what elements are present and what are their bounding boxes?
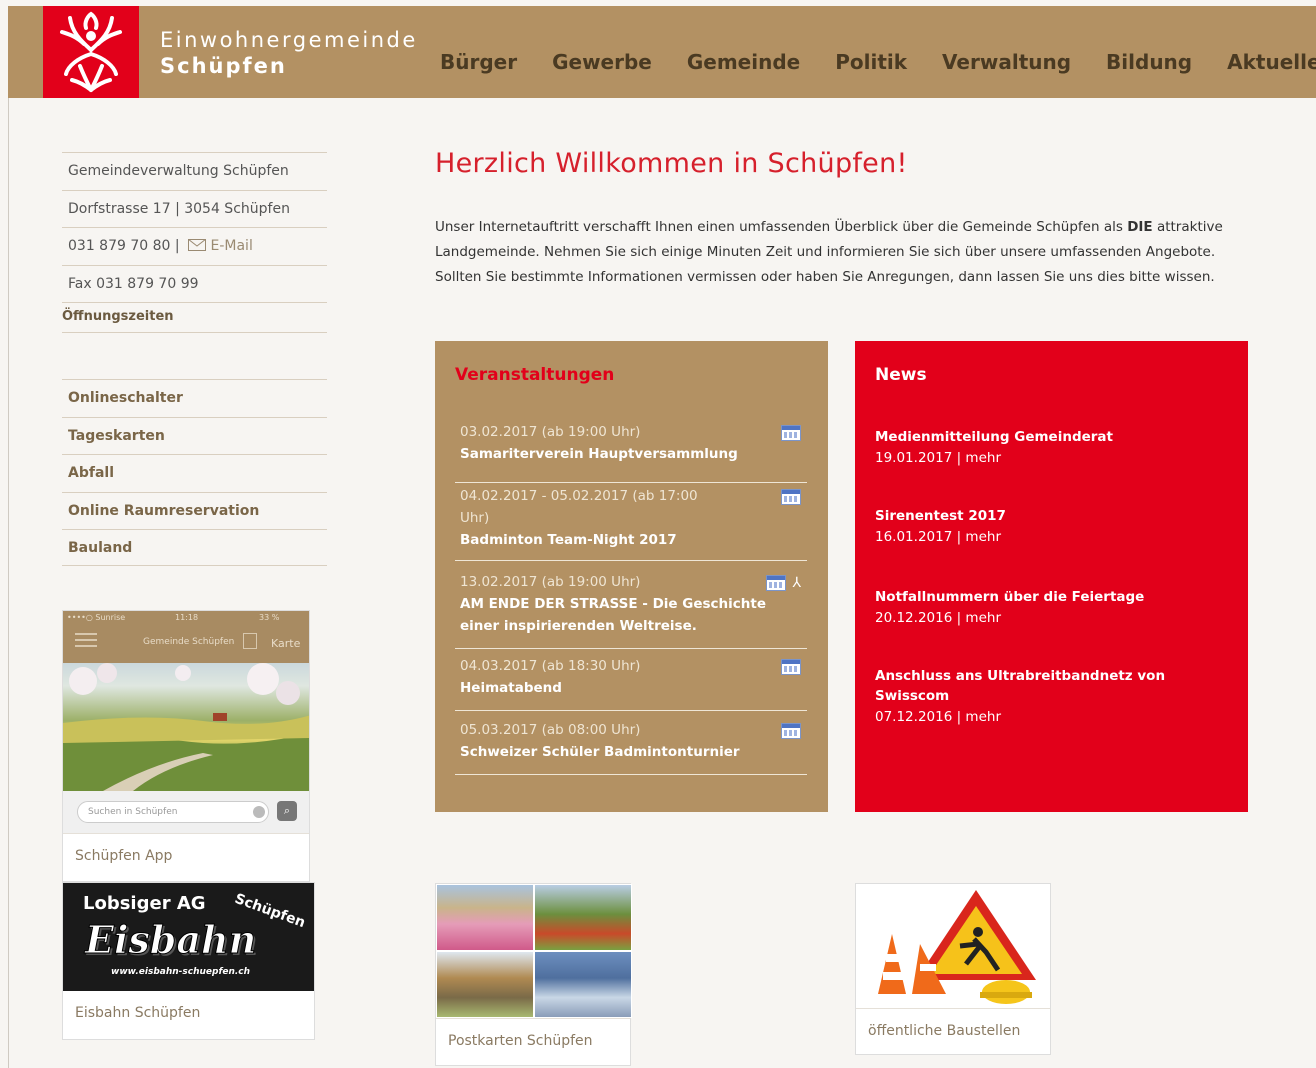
construction-image bbox=[856, 884, 1050, 1008]
events-box: Veranstaltungen 03.02.2017 (ab 19:00 Uhr… bbox=[435, 341, 828, 812]
brand-line1: Einwohnergemeinde bbox=[160, 28, 418, 52]
app-landscape-image bbox=[63, 663, 309, 791]
eisbahn-logo-image: Lobsiger AG Schüpfen Eisbahn www.eisbahn… bbox=[63, 883, 314, 991]
nav-gemeinde[interactable]: Gemeinde bbox=[687, 50, 800, 74]
page-title: Herzlich Willkommen in Schüpfen! bbox=[435, 148, 908, 179]
news-box: News Medienmitteilung Gemeinderat 19.01.… bbox=[855, 341, 1248, 812]
intro-bold: DIE bbox=[1127, 219, 1153, 235]
eisbahn-url: www.eisbahn-schuepfen.ch bbox=[111, 967, 251, 977]
calendar-icon[interactable] bbox=[766, 575, 787, 591]
brand-name[interactable]: Einwohnergemeinde Schüpfen bbox=[160, 28, 418, 78]
sidebar-item-abfall[interactable]: Abfall bbox=[62, 454, 327, 492]
sidebar: Gemeindeverwaltung Schüpfen Dorfstrasse … bbox=[62, 152, 327, 566]
calendar-icon[interactable] bbox=[781, 425, 801, 441]
event-name: AM ENDE DER STRASSE - Die Geschichte ein… bbox=[460, 596, 767, 634]
coat-of-arms-icon bbox=[60, 11, 122, 92]
contact-phone-row: 031 879 70 80 | E-Mail bbox=[62, 227, 327, 265]
app-screenshot-header: ••••○ Sunrise 11:18 33 % Gemeinde Schüpf… bbox=[63, 611, 309, 663]
news-item[interactable]: Notfallnummern über die Feiertage 20.12.… bbox=[875, 587, 1235, 629]
calendar-icon[interactable] bbox=[781, 489, 801, 505]
event-date: 05.03.2017 (ab 08:00 Uhr) bbox=[460, 722, 641, 738]
contact-fax: Fax 031 879 70 99 bbox=[62, 264, 327, 303]
divider bbox=[62, 332, 327, 333]
event-name: Samariterverein Hauptversammlung bbox=[460, 446, 738, 462]
event-date: 13.02.2017 (ab 19:00 Uhr) bbox=[460, 574, 641, 590]
news-item-date[interactable]: 19.01.2017 | mehr bbox=[875, 447, 1235, 469]
app-search-input: Suchen in Schüpfen bbox=[77, 801, 269, 823]
app-map-label: Karte bbox=[271, 637, 301, 650]
email-link[interactable]: E-Mail bbox=[184, 238, 253, 254]
email-label: E-Mail bbox=[210, 238, 253, 254]
contact-phone: 031 879 70 80 | bbox=[68, 238, 180, 254]
event-name: Badminton Team-Night 2017 bbox=[460, 532, 677, 548]
clear-icon bbox=[253, 806, 265, 818]
sidebar-links: Onlineschalter Tageskarten Abfall Online… bbox=[62, 379, 327, 566]
postcards-image bbox=[436, 884, 632, 1018]
news-item-date[interactable]: 16.01.2017 | mehr bbox=[875, 526, 1235, 548]
intro-text: Unser Internetauftritt verschafft Ihnen … bbox=[435, 215, 1245, 290]
envelope-icon bbox=[188, 239, 207, 251]
news-item[interactable]: Sirenentest 2017 16.01.2017 | mehr bbox=[875, 506, 1235, 548]
news-item-title[interactable]: Medienmitteilung Gemeinderat bbox=[875, 427, 1235, 447]
event-name: Heimatabend bbox=[460, 680, 562, 696]
nav-aktuelles[interactable]: Aktuelles bbox=[1227, 50, 1316, 74]
opening-hours-link[interactable]: Öffnungszeiten bbox=[62, 302, 327, 332]
event-item[interactable]: 03.02.2017 (ab 19:00 Uhr) Samariterverei… bbox=[455, 421, 807, 483]
app-search-bar: Suchen in Schüpfen ⌕ bbox=[63, 791, 309, 833]
eisbahn-script: Eisbahn bbox=[84, 917, 257, 963]
sidebar-item-onlineschalter[interactable]: Onlineschalter bbox=[62, 379, 327, 417]
construction-caption: öffentliche Baustellen bbox=[856, 1008, 1050, 1053]
share-icon bbox=[243, 633, 257, 649]
postcards-card[interactable]: Postkarten Schüpfen bbox=[435, 883, 632, 1066]
news-item[interactable]: Anschluss ans Ultrabreitbandnetz von Swi… bbox=[875, 666, 1205, 728]
contact-address: Dorfstrasse 17 | 3054 Schüpfen bbox=[62, 189, 327, 228]
news-item-date[interactable]: 07.12.2016 | mehr bbox=[875, 706, 1205, 728]
eisbahn-company: Lobsiger AG bbox=[83, 893, 206, 914]
nav-gewerbe[interactable]: Gewerbe bbox=[552, 50, 652, 74]
hamburger-icon bbox=[75, 633, 97, 647]
app-teaser-card[interactable]: ••••○ Sunrise 11:18 33 % Gemeinde Schüpf… bbox=[62, 610, 310, 882]
sidebar-item-tageskarten[interactable]: Tageskarten bbox=[62, 416, 327, 455]
news-item-date[interactable]: 20.12.2016 | mehr bbox=[875, 607, 1235, 629]
sidebar-item-raumreservation[interactable]: Online Raumreservation bbox=[62, 491, 327, 530]
event-date: 04.02.2017 - 05.02.2017 (ab 17:00 Uhr) bbox=[460, 488, 698, 526]
event-item[interactable]: 04.02.2017 - 05.02.2017 (ab 17:00 Uhr) B… bbox=[455, 485, 807, 561]
brand-line2: Schüpfen bbox=[160, 54, 287, 78]
pdf-icon[interactable]: ⅄ bbox=[792, 575, 801, 591]
event-date: 04.03.2017 (ab 18:30 Uhr) bbox=[460, 658, 641, 674]
event-date: 03.02.2017 (ab 19:00 Uhr) bbox=[460, 424, 641, 440]
app-status-carrier: ••••○ Sunrise bbox=[67, 613, 126, 622]
nav-buerger[interactable]: Bürger bbox=[440, 50, 517, 74]
postcards-caption: Postkarten Schüpfen bbox=[436, 1018, 630, 1063]
app-screen-title: Gemeinde Schüpfen bbox=[143, 637, 235, 647]
site-logo[interactable] bbox=[43, 6, 139, 98]
app-card-caption: Schüpfen App bbox=[63, 833, 309, 878]
news-title[interactable]: News bbox=[875, 365, 927, 385]
calendar-icon[interactable] bbox=[781, 723, 801, 739]
site-header: Einwohnergemeinde Schüpfen Bürger Gewerb… bbox=[8, 6, 1316, 98]
news-item-title[interactable]: Sirenentest 2017 bbox=[875, 506, 1235, 526]
construction-card[interactable]: öffentliche Baustellen bbox=[855, 883, 1051, 1055]
calendar-icon[interactable] bbox=[781, 659, 801, 675]
eisbahn-card-caption: Eisbahn Schüpfen bbox=[75, 1005, 201, 1021]
app-status-battery: 33 % bbox=[259, 613, 280, 622]
event-name: Schweizer Schüler Badmintonturnier bbox=[460, 744, 740, 760]
news-item-title[interactable]: Anschluss ans Ultrabreitbandnetz von Swi… bbox=[875, 666, 1205, 706]
nav-politik[interactable]: Politik bbox=[835, 50, 907, 74]
nav-verwaltung[interactable]: Verwaltung bbox=[942, 50, 1071, 74]
event-item[interactable]: 13.02.2017 (ab 19:00 Uhr) AM ENDE DER ST… bbox=[455, 571, 807, 649]
event-item[interactable]: 04.03.2017 (ab 18:30 Uhr) Heimatabend bbox=[455, 655, 807, 711]
eisbahn-teaser-card[interactable]: Lobsiger AG Schüpfen Eisbahn www.eisbahn… bbox=[62, 882, 315, 1040]
news-item[interactable]: Medienmitteilung Gemeinderat 19.01.2017 … bbox=[875, 427, 1235, 469]
app-status-time: 11:18 bbox=[175, 613, 199, 622]
intro-part1: Unser Internetauftritt verschafft Ihnen … bbox=[435, 219, 1123, 235]
nav-bildung[interactable]: Bildung bbox=[1106, 50, 1192, 74]
events-title[interactable]: Veranstaltungen bbox=[455, 365, 614, 385]
contact-name: Gemeindeverwaltung Schüpfen bbox=[62, 152, 327, 190]
sidebar-item-bauland[interactable]: Bauland bbox=[62, 529, 327, 566]
news-item-title[interactable]: Notfallnummern über die Feiertage bbox=[875, 587, 1235, 607]
search-icon: ⌕ bbox=[277, 801, 297, 821]
main-nav: Bürger Gewerbe Gemeinde Politik Verwaltu… bbox=[440, 50, 1316, 74]
event-item[interactable]: 05.03.2017 (ab 08:00 Uhr) Schweizer Schü… bbox=[455, 719, 807, 775]
